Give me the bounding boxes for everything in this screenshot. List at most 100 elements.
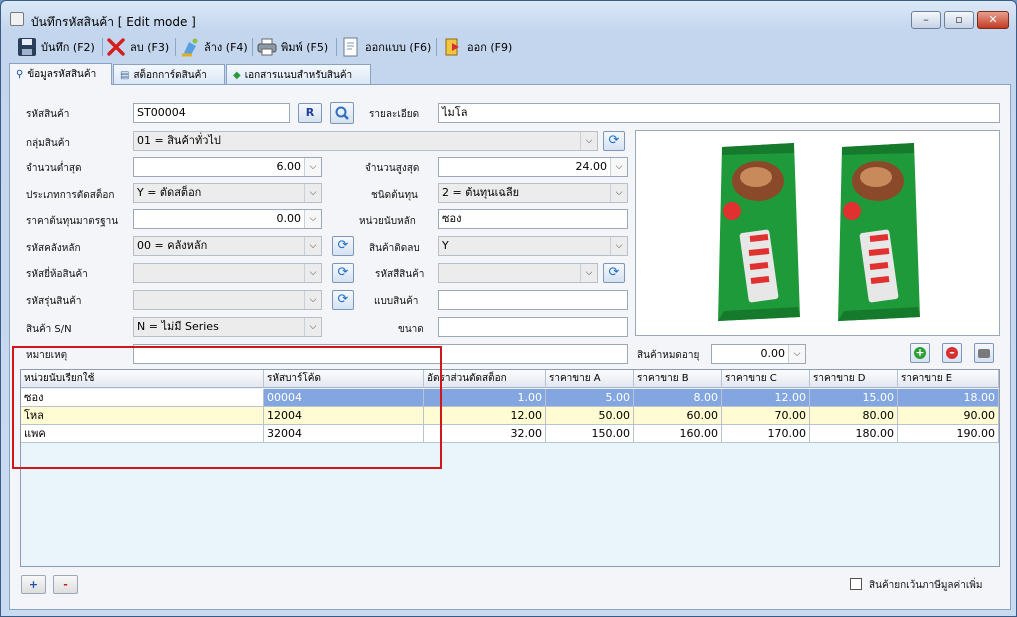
cell-unit[interactable]: แพค bbox=[21, 425, 264, 443]
cell-price-b[interactable]: 160.00 bbox=[634, 425, 722, 443]
r-button[interactable]: R bbox=[298, 103, 322, 123]
printer-icon bbox=[257, 37, 277, 57]
cell-price-a[interactable]: 50.00 bbox=[546, 407, 634, 425]
search-button[interactable] bbox=[330, 102, 354, 124]
stock-type-select[interactable]: Y = ตัดสต็อก ⌵ bbox=[133, 183, 322, 203]
main-unit-input[interactable]: ซอง bbox=[438, 209, 628, 229]
vat-exempt-checkbox[interactable] bbox=[850, 578, 862, 590]
cell-price-e[interactable]: 18.00 bbox=[898, 389, 999, 407]
print-label: พิมพ์ (F5) bbox=[281, 41, 329, 54]
tab-attachments[interactable]: ◆ เอกสารแนบสำหรับสินค้า bbox=[226, 64, 371, 85]
cell-barcode[interactable]: 12004 bbox=[264, 407, 424, 425]
exit-button[interactable]: ออก (F9) bbox=[443, 34, 512, 60]
brand-select[interactable]: ⌵ bbox=[133, 263, 322, 283]
remove-row-button[interactable]: - bbox=[53, 575, 78, 594]
print-button[interactable]: พิมพ์ (F5) bbox=[257, 34, 328, 60]
col-unit-header[interactable]: หน่วยนับเรียกใช้ bbox=[21, 370, 264, 388]
col-price-d-header[interactable]: ราคาขาย D bbox=[810, 370, 898, 388]
cell-price-d[interactable]: 80.00 bbox=[810, 407, 898, 425]
brand-refresh-button[interactable]: ⟳ bbox=[332, 263, 354, 283]
chevron-down-icon: ⌵ bbox=[580, 264, 597, 282]
remove-image-button[interactable]: – bbox=[942, 343, 962, 363]
chevron-down-icon: ⌵ bbox=[304, 318, 321, 336]
cell-unit[interactable]: โหล bbox=[21, 407, 264, 425]
tab-stock-card[interactable]: ▤ สต็อกการ์ดสินค้า bbox=[113, 64, 225, 85]
max-qty-label: จำนวนสูงสุด bbox=[365, 163, 420, 174]
cell-price-e[interactable]: 190.00 bbox=[898, 425, 999, 443]
cell-unit[interactable]: ซอง bbox=[21, 389, 264, 407]
cell-price-d[interactable]: 15.00 bbox=[810, 389, 898, 407]
cell-ratio[interactable]: 1.00 bbox=[424, 389, 546, 407]
max-qty-input[interactable]: 24.00 ⌵ bbox=[438, 157, 628, 177]
model-refresh-button[interactable]: ⟳ bbox=[332, 290, 354, 310]
col-barcode-header[interactable]: รหัสบาร์โค้ด bbox=[264, 370, 424, 388]
std-cost-input[interactable]: 0.00 ⌵ bbox=[133, 209, 322, 229]
pattern-label: แบบสินค้า bbox=[374, 296, 419, 307]
clear-button[interactable]: ล้าง (F4) bbox=[180, 34, 248, 60]
pattern-input[interactable] bbox=[438, 290, 628, 310]
chevron-down-icon: ⌵ bbox=[304, 237, 321, 255]
cell-price-a[interactable]: 150.00 bbox=[546, 425, 634, 443]
refresh-icon: ⟳ bbox=[608, 265, 620, 280]
maximize-button[interactable]: ▫ bbox=[944, 11, 974, 29]
negative-stock-select[interactable]: Y ⌵ bbox=[438, 236, 628, 256]
tab-product-info[interactable]: ⚲ ข้อมูลรหัสสินค้า bbox=[9, 63, 112, 85]
model-label: รหัสรุ่นสินค้า bbox=[26, 296, 82, 307]
color-refresh-button[interactable]: ⟳ bbox=[603, 263, 625, 283]
exit-icon bbox=[443, 37, 463, 57]
refresh-icon: ⟳ bbox=[337, 265, 349, 280]
min-qty-input[interactable]: 6.00 ⌵ bbox=[133, 157, 322, 177]
product-code-input[interactable]: ST00004 bbox=[133, 103, 290, 123]
save-label: บันทึก (F2) bbox=[41, 41, 95, 54]
design-button[interactable]: ออกแบบ (F6) bbox=[341, 34, 431, 60]
cell-price-c[interactable]: 70.00 bbox=[722, 407, 810, 425]
add-row-button[interactable]: + bbox=[21, 575, 46, 594]
cell-price-b[interactable]: 60.00 bbox=[634, 407, 722, 425]
title-bar: บันทึกรหัสสินค้า [ Edit mode ] – ▫ ✕ bbox=[1, 1, 1016, 33]
warehouse-select[interactable]: 00 = คลังหลัก ⌵ bbox=[133, 236, 322, 256]
minimize-button[interactable]: – bbox=[911, 11, 941, 29]
expire-input[interactable]: 0.00 ⌵ bbox=[711, 344, 806, 364]
table-row[interactable]: ซอง 00004 1.00 5.00 8.00 12.00 15.00 18.… bbox=[21, 389, 999, 407]
cell-price-c[interactable]: 12.00 bbox=[722, 389, 810, 407]
cell-price-c[interactable]: 170.00 bbox=[722, 425, 810, 443]
cell-price-e[interactable]: 90.00 bbox=[898, 407, 999, 425]
cell-ratio[interactable]: 32.00 bbox=[424, 425, 546, 443]
table-row[interactable]: โหล 12004 12.00 50.00 60.00 70.00 80.00 … bbox=[21, 407, 999, 425]
group-refresh-button[interactable]: ⟳ bbox=[603, 131, 625, 151]
save-button[interactable]: บันทึก (F2) bbox=[17, 34, 95, 60]
size-input[interactable] bbox=[438, 317, 628, 337]
vat-exempt-label: สินค้ายกเว้นภาษีมูลค่าเพิ่ม bbox=[869, 580, 983, 591]
warehouse-refresh-button[interactable]: ⟳ bbox=[332, 236, 354, 256]
table-row[interactable]: แพค 32004 32.00 150.00 160.00 170.00 180… bbox=[21, 425, 999, 443]
brand-label: รหัสยี่ห้อสินค้า bbox=[26, 269, 88, 280]
serial-select[interactable]: N = ไม่มี Series ⌵ bbox=[133, 317, 322, 337]
clear-label: ล้าง (F4) bbox=[204, 41, 248, 54]
col-price-b-header[interactable]: ราคาขาย B bbox=[634, 370, 722, 388]
cell-price-d[interactable]: 180.00 bbox=[810, 425, 898, 443]
cell-price-b[interactable]: 8.00 bbox=[634, 389, 722, 407]
warehouse-label: รหัสคลังหลัก bbox=[26, 243, 81, 254]
cell-ratio[interactable]: 12.00 bbox=[424, 407, 546, 425]
remark-input[interactable] bbox=[133, 344, 628, 364]
design-icon bbox=[341, 37, 361, 57]
delete-button[interactable]: ลบ (F3) bbox=[106, 34, 169, 60]
col-ratio-header[interactable]: อัตราส่วนตัดสต็อก bbox=[424, 370, 546, 388]
col-price-c-header[interactable]: ราคาขาย C bbox=[722, 370, 810, 388]
close-button[interactable]: ✕ bbox=[977, 11, 1009, 29]
col-price-a-header[interactable]: ราคาขาย A bbox=[546, 370, 634, 388]
cell-price-a[interactable]: 5.00 bbox=[546, 389, 634, 407]
col-price-e-header[interactable]: ราคาขาย E bbox=[898, 370, 999, 388]
add-image-button[interactable]: + bbox=[910, 343, 930, 363]
product-group-select[interactable]: 01 = สินค้าทั่วไป ⌵ bbox=[133, 131, 598, 151]
expire-label: สินค้าหมดอายุ bbox=[637, 350, 700, 361]
camera-button[interactable] bbox=[974, 343, 994, 363]
description-input[interactable]: ไมโล bbox=[438, 103, 1000, 123]
model-select[interactable]: ⌵ bbox=[133, 290, 322, 310]
chevron-down-icon: ⌵ bbox=[304, 264, 321, 282]
cell-barcode[interactable]: 00004 bbox=[264, 389, 424, 407]
cost-type-select[interactable]: 2 = ต้นทุนเฉลีย ⌵ bbox=[438, 183, 628, 203]
cell-barcode[interactable]: 32004 bbox=[264, 425, 424, 443]
main-unit-label: หน่วยนับหลัก bbox=[359, 216, 416, 227]
color-select[interactable]: ⌵ bbox=[438, 263, 598, 283]
